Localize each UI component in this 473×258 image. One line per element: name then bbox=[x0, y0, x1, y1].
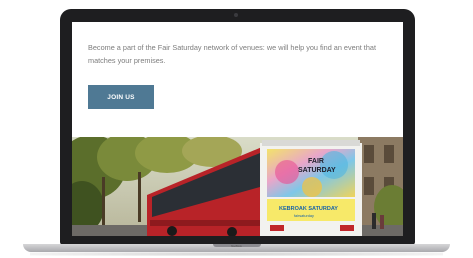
laptop-base: MacBook bbox=[23, 244, 450, 252]
laptop-screen-frame: Become a part of the Fair Saturday netwo… bbox=[60, 9, 415, 245]
bus-ad-headline-2: SATURDAY bbox=[298, 167, 336, 174]
intro-paragraph: Become a part of the Fair Saturday netwo… bbox=[88, 43, 376, 65]
bus-ad-bottom-text-2: fairsaturday bbox=[294, 214, 314, 218]
webpage-viewport: Become a part of the Fair Saturday netwo… bbox=[72, 22, 403, 236]
bus-photo: FAIR SATURDAY KEBROAK SATURDAY fairsatur… bbox=[72, 137, 403, 236]
laptop-shadow bbox=[30, 252, 443, 256]
bus-ad-bottom-text-1: KEBROAK SATURDAY bbox=[279, 206, 338, 212]
camera-icon bbox=[234, 13, 238, 17]
bus-ad-headline-1: FAIR bbox=[308, 158, 324, 165]
laptop-label: MacBook bbox=[231, 244, 242, 248]
content-section: Become a part of the Fair Saturday netwo… bbox=[72, 22, 403, 137]
join-us-button[interactable]: JOIN US bbox=[88, 85, 154, 109]
